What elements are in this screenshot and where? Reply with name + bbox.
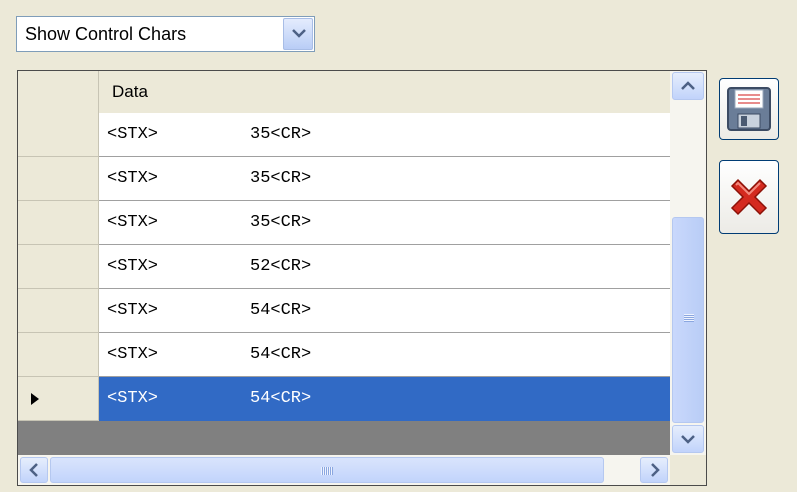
data-cell[interactable]: <STX> 54<CR> xyxy=(99,333,670,377)
table-row[interactable]: <STX> 54<CR> xyxy=(18,289,670,333)
value-text: 35<CR> xyxy=(250,213,312,232)
scroll-left-button[interactable] xyxy=(20,457,48,483)
data-cell[interactable]: <STX> 54<CR> xyxy=(99,289,670,333)
row-header[interactable] xyxy=(18,157,99,201)
value-text: 35<CR> xyxy=(250,125,312,144)
row-header[interactable] xyxy=(18,377,99,421)
current-row-arrow-icon xyxy=(31,393,39,405)
delete-button[interactable] xyxy=(719,160,779,234)
table-row[interactable]: <STX> 52<CR> xyxy=(18,245,670,289)
control-char-text: <STX> xyxy=(107,213,159,232)
row-header[interactable] xyxy=(18,201,99,245)
grip-icon xyxy=(684,314,694,322)
vertical-scrollbar[interactable] xyxy=(670,71,706,455)
grid-header: Data xyxy=(18,71,670,114)
grip-icon xyxy=(321,467,333,475)
row-header[interactable] xyxy=(18,289,99,333)
data-cell[interactable]: <STX> 35<CR> xyxy=(99,113,670,157)
value-text: 54<CR> xyxy=(250,345,312,364)
table-row[interactable]: <STX> 35<CR> xyxy=(18,113,670,157)
control-char-text: <STX> xyxy=(107,257,159,276)
chevron-left-icon xyxy=(29,463,38,477)
data-cell[interactable]: <STX> 54<CR> xyxy=(99,377,670,421)
table-row[interactable]: <STX> 35<CR> xyxy=(18,201,670,245)
table-row[interactable]: <STX> 54<CR> xyxy=(18,333,670,377)
data-cell[interactable]: <STX> 52<CR> xyxy=(99,245,670,289)
value-text: 35<CR> xyxy=(250,169,312,188)
control-char-text: <STX> xyxy=(107,301,159,320)
dropdown-button[interactable] xyxy=(283,18,313,50)
scroll-down-button[interactable] xyxy=(672,425,704,453)
chevron-down-icon xyxy=(292,29,306,38)
data-cell[interactable]: <STX> 35<CR> xyxy=(99,157,670,201)
scroll-up-button[interactable] xyxy=(672,72,704,100)
table-row[interactable]: <STX> 35<CR> xyxy=(18,157,670,201)
data-grid[interactable]: Data <STX> 35<CR> <STX> 35<CR> <STX> 35<CR> <S… xyxy=(17,70,707,486)
value-text: 54<CR> xyxy=(250,389,312,408)
control-char-text: <STX> xyxy=(107,169,159,188)
control-char-text: <STX> xyxy=(107,125,159,144)
row-header-corner xyxy=(18,71,99,113)
vertical-scroll-thumb[interactable] xyxy=(672,217,704,423)
data-cell[interactable]: <STX> 35<CR> xyxy=(99,201,670,245)
row-header[interactable] xyxy=(18,245,99,289)
grid-rows: <STX> 35<CR> <STX> 35<CR> <STX> 35<CR> <STX> 52… xyxy=(18,113,670,421)
display-mode-select[interactable]: Show Control Chars xyxy=(16,16,315,52)
value-text: 54<CR> xyxy=(250,301,312,320)
chevron-right-icon xyxy=(651,463,660,477)
chevron-down-icon xyxy=(681,435,695,444)
floppy-disk-icon xyxy=(727,87,771,131)
scroll-right-button[interactable] xyxy=(640,457,668,483)
scrollbar-corner xyxy=(670,455,706,485)
table-row[interactable]: <STX> 54<CR> xyxy=(18,377,670,421)
horizontal-scrollbar[interactable] xyxy=(18,455,670,485)
control-char-text: <STX> xyxy=(107,389,159,408)
row-header[interactable] xyxy=(18,113,99,157)
display-mode-value: Show Control Chars xyxy=(25,24,187,44)
row-header[interactable] xyxy=(18,333,99,377)
red-x-icon xyxy=(730,178,768,216)
horizontal-scroll-thumb[interactable] xyxy=(50,457,604,483)
chevron-up-icon xyxy=(681,81,695,90)
control-char-text: <STX> xyxy=(107,345,159,364)
column-header-data[interactable]: Data xyxy=(112,71,148,113)
value-text: 52<CR> xyxy=(250,257,312,276)
save-button[interactable] xyxy=(719,78,779,140)
